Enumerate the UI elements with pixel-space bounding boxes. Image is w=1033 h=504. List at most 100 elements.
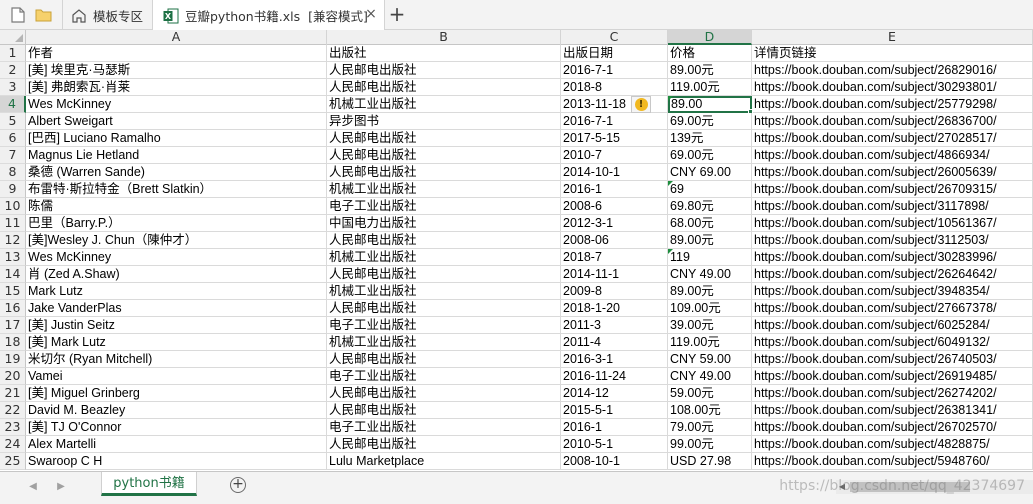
- cell-a[interactable]: [美] Justin Seitz: [26, 317, 327, 334]
- select-all-corner[interactable]: [0, 30, 26, 45]
- cell-c[interactable]: 2009-8: [561, 283, 668, 300]
- cell-a[interactable]: Vamei: [26, 368, 327, 385]
- cell-d[interactable]: USD 27.98: [668, 453, 752, 470]
- cell-a[interactable]: Magnus Lie Hetland: [26, 147, 327, 164]
- cell-a[interactable]: [美]Wesley J. Chun（陳仲才）: [26, 232, 327, 249]
- cell-c[interactable]: 2014-12: [561, 385, 668, 402]
- cell-d[interactable]: 69.00元: [668, 113, 752, 130]
- cell-c[interactable]: 2013-11-18: [561, 96, 668, 113]
- cell-e[interactable]: https://book.douban.com/subject/3112503/: [752, 232, 1033, 249]
- cell-d[interactable]: 89.00元: [668, 283, 752, 300]
- cell-d[interactable]: 69.80元: [668, 198, 752, 215]
- cell-c[interactable]: 2012-3-1: [561, 215, 668, 232]
- cell-c[interactable]: 2018-1-20: [561, 300, 668, 317]
- row-header[interactable]: 5: [0, 113, 26, 130]
- cell-c[interactable]: 2016-1: [561, 419, 668, 436]
- cell-c[interactable]: 2008-06: [561, 232, 668, 249]
- cell-b[interactable]: 人民邮电出版社: [327, 266, 561, 283]
- row-header[interactable]: 17: [0, 317, 26, 334]
- cell-e[interactable]: https://book.douban.com/subject/27028517…: [752, 130, 1033, 147]
- row-header[interactable]: 12: [0, 232, 26, 249]
- row-header[interactable]: 18: [0, 334, 26, 351]
- row-header[interactable]: 13: [0, 249, 26, 266]
- cell-b[interactable]: 人民邮电出版社: [327, 147, 561, 164]
- cell-d[interactable]: 价格: [668, 45, 752, 62]
- cell-a[interactable]: 布雷特·斯拉特金（Brett Slatkin）: [26, 181, 327, 198]
- cell-d[interactable]: 69: [668, 181, 752, 198]
- cell-d[interactable]: 139元: [668, 130, 752, 147]
- cell-b[interactable]: 人民邮电出版社: [327, 402, 561, 419]
- cell-e[interactable]: https://book.douban.com/subject/26005639…: [752, 164, 1033, 181]
- row-header[interactable]: 4: [0, 96, 26, 113]
- cell-d[interactable]: 99.00元: [668, 436, 752, 453]
- cell-c[interactable]: 2017-5-15: [561, 130, 668, 147]
- row-header[interactable]: 23: [0, 419, 26, 436]
- cell-b[interactable]: 人民邮电出版社: [327, 300, 561, 317]
- cell-e[interactable]: https://book.douban.com/subject/30283996…: [752, 249, 1033, 266]
- add-sheet-button[interactable]: +: [230, 477, 246, 493]
- cell-d[interactable]: 89.00: [668, 96, 752, 113]
- cell-b[interactable]: 人民邮电出版社: [327, 164, 561, 181]
- cell-a[interactable]: 陈儒: [26, 198, 327, 215]
- cell-e[interactable]: https://book.douban.com/subject/26709315…: [752, 181, 1033, 198]
- cell-b[interactable]: 出版社: [327, 45, 561, 62]
- cell-c[interactable]: 2010-5-1: [561, 436, 668, 453]
- blank-doc-icon[interactable]: [9, 6, 27, 24]
- row-header[interactable]: 15: [0, 283, 26, 300]
- sheet-tab-python[interactable]: python书籍: [101, 472, 197, 496]
- cell-b[interactable]: 机械工业出版社: [327, 249, 561, 266]
- cell-e[interactable]: https://book.douban.com/subject/4828875/: [752, 436, 1033, 453]
- cell-e[interactable]: https://book.douban.com/subject/26740503…: [752, 351, 1033, 368]
- cell-b[interactable]: 电子工业出版社: [327, 198, 561, 215]
- cell-b[interactable]: 人民邮电出版社: [327, 351, 561, 368]
- cell-d[interactable]: 59.00元: [668, 385, 752, 402]
- cell-c[interactable]: 2008-10-1: [561, 453, 668, 470]
- column-header-e[interactable]: E: [752, 30, 1033, 45]
- cell-c[interactable]: 2014-11-1: [561, 266, 668, 283]
- cell-e[interactable]: https://book.douban.com/subject/27667378…: [752, 300, 1033, 317]
- cell-d[interactable]: CNY 49.00: [668, 266, 752, 283]
- cell-a[interactable]: Wes McKinney: [26, 249, 327, 266]
- row-header[interactable]: 19: [0, 351, 26, 368]
- cell-a[interactable]: 作者: [26, 45, 327, 62]
- cell-a[interactable]: Wes McKinney: [26, 96, 327, 113]
- new-tab-button[interactable]: +: [386, 4, 408, 26]
- cell-c[interactable]: 2008-6: [561, 198, 668, 215]
- cell-a[interactable]: Mark Lutz: [26, 283, 327, 300]
- cell-a[interactable]: [美] TJ O'Connor: [26, 419, 327, 436]
- cell-d[interactable]: 108.00元: [668, 402, 752, 419]
- close-tab-icon[interactable]: ×: [364, 7, 378, 21]
- cell-d[interactable]: CNY 69.00: [668, 164, 752, 181]
- cell-e[interactable]: https://book.douban.com/subject/10561367…: [752, 215, 1033, 232]
- cell-c[interactable]: 2014-10-1: [561, 164, 668, 181]
- tab-file[interactable]: X 豆瓣python书籍.xls [兼容模式] ×: [152, 0, 385, 31]
- cell-e[interactable]: https://book.douban.com/subject/3117898/: [752, 198, 1033, 215]
- cell-a[interactable]: 桑德 (Warren Sande): [26, 164, 327, 181]
- cell-e[interactable]: https://book.douban.com/subject/26381341…: [752, 402, 1033, 419]
- cell-b[interactable]: 人民邮电出版社: [327, 385, 561, 402]
- row-header[interactable]: 24: [0, 436, 26, 453]
- cell-d[interactable]: 119: [668, 249, 752, 266]
- cell-e[interactable]: https://book.douban.com/subject/26702570…: [752, 419, 1033, 436]
- cell-a[interactable]: [美] 弗朗索瓦·肖莱: [26, 79, 327, 96]
- cell-e[interactable]: https://book.douban.com/subject/26264642…: [752, 266, 1033, 283]
- cell-e[interactable]: https://book.douban.com/subject/30293801…: [752, 79, 1033, 96]
- cell-d[interactable]: CNY 49.00: [668, 368, 752, 385]
- cell-e[interactable]: https://book.douban.com/subject/3948354/: [752, 283, 1033, 300]
- row-header[interactable]: 25: [0, 453, 26, 470]
- row-header[interactable]: 21: [0, 385, 26, 402]
- cell-e[interactable]: https://book.douban.com/subject/6025284/: [752, 317, 1033, 334]
- cell-d[interactable]: 79.00元: [668, 419, 752, 436]
- row-header[interactable]: 22: [0, 402, 26, 419]
- cell-a[interactable]: Albert Sweigart: [26, 113, 327, 130]
- row-header[interactable]: 16: [0, 300, 26, 317]
- row-header[interactable]: 20: [0, 368, 26, 385]
- cell-a[interactable]: Alex Martelli: [26, 436, 327, 453]
- cell-b[interactable]: 电子工业出版社: [327, 419, 561, 436]
- cell-d[interactable]: 68.00元: [668, 215, 752, 232]
- cell-a[interactable]: Jake VanderPlas: [26, 300, 327, 317]
- cell-b[interactable]: 电子工业出版社: [327, 368, 561, 385]
- cell-c[interactable]: 2016-7-1: [561, 62, 668, 79]
- next-sheet-icon[interactable]: ▶: [55, 480, 67, 494]
- cell-d[interactable]: 69.00元: [668, 147, 752, 164]
